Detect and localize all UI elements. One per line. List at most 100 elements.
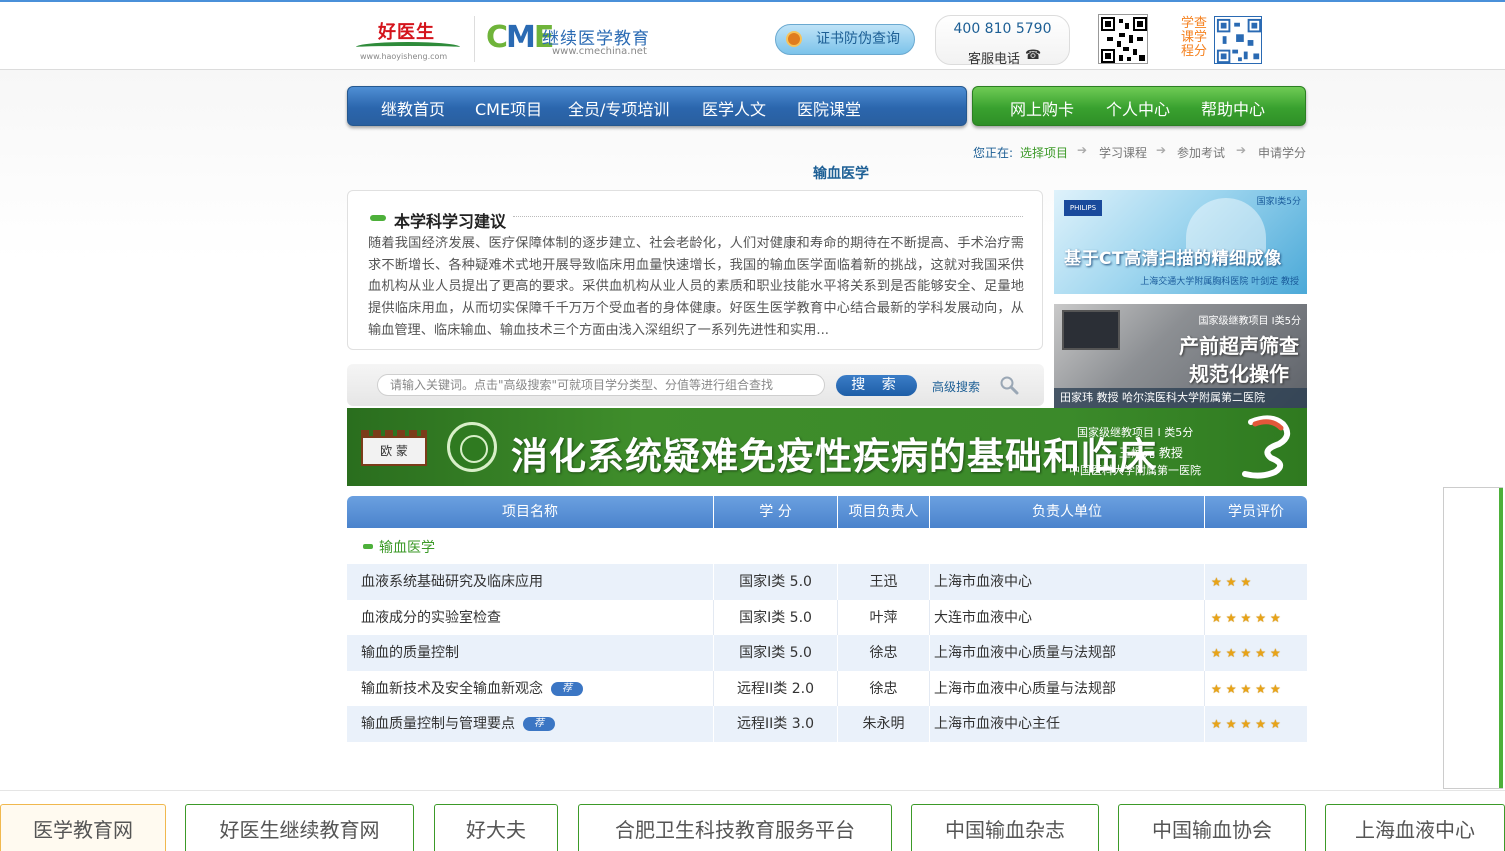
project-table-header: 项目名称 学 分 项目负责人 负责人单位 学员评价 <box>347 496 1307 528</box>
friend-links-bar: 医学教育网 好医生继续教育网 好大夫 合肥卫生科技教育服务平台 中国输血杂志 中… <box>0 790 1505 851</box>
col-project-name: 项目名称 <box>347 496 714 528</box>
nav-cme-projects[interactable]: CME项目 <box>475 96 542 120</box>
footer-link-transfusion-journal[interactable]: 中国输血杂志 <box>911 804 1099 851</box>
project-name-cell: 输血质量控制与管理要点荐 <box>347 706 714 742</box>
arrow-right-icon: ➔ <box>1156 143 1167 157</box>
project-unit: 上海市血液中心质量与法规部 <box>930 635 1205 671</box>
table-row[interactable]: 输血的质量控制 国家I类 5.0 徐忠 上海市血液中心质量与法规部 ★★★★★ <box>347 635 1307 671</box>
ad-title-line2: 规范化操作 <box>1189 362 1289 386</box>
star-icon: ★★★★★ <box>1211 682 1285 696</box>
nav-hospital-class[interactable]: 医院课堂 <box>797 96 861 120</box>
rating-stars: ★★★★★ <box>1205 706 1307 742</box>
project-lead: 叶萍 <box>838 600 930 636</box>
project-lead: 徐忠 <box>838 671 930 707</box>
haoyisheng-logo[interactable]: 好医生 www.haoyisheng.com <box>356 16 464 62</box>
nav-buy-card[interactable]: 网上购卡 <box>1010 96 1074 120</box>
star-icon: ★★★★★ <box>1211 646 1285 660</box>
nav-help-center[interactable]: 帮助中心 <box>1201 96 1265 120</box>
rating-stars: ★★★★★ <box>1205 671 1307 707</box>
table-category-label: 输血医学 <box>379 540 435 556</box>
table-row[interactable]: 血液系统基础研究及临床应用 国家I类 5.0 王迅 上海市血液中心 ★★★ <box>347 564 1307 600</box>
project-name-link[interactable]: 输血质量控制与管理要点 <box>361 716 515 732</box>
footer-link-transfusion-association[interactable]: 中国输血协会 <box>1118 804 1306 851</box>
col-unit: 负责人单位 <box>930 496 1205 528</box>
cme-logo[interactable]: CME 继续医学教育 www.cmechina.net <box>486 18 666 62</box>
banner-institution: 中国医科大学附属第一医院 <box>1069 464 1201 477</box>
study-advice-text: 随着我国经济发展、医疗保障体制的逐步建立、社会老龄化，人们对健康和寿命的期待在不… <box>368 236 1024 338</box>
footer-link-haoyisheng[interactable]: 好医生继续教育网 <box>185 804 414 851</box>
footer-link-shanghai-blood-center[interactable]: 上海血液中心 <box>1325 804 1505 851</box>
nav-personal-center[interactable]: 个人中心 <box>1106 96 1170 120</box>
banner-title: 消化系统疑难免疫性疾病的基础和临床 <box>511 435 1157 478</box>
medal-icon <box>786 31 802 47</box>
course-banner-prenatal-ultrasound[interactable]: 国家级继教项目 I类5分 产前超声筛查 规范化操作 田家玮 教授 哈尔滨医科大学… <box>1054 304 1307 408</box>
project-name-link[interactable]: 输血的质量控制 <box>347 635 714 671</box>
certificate-verify-button[interactable]: 证书防伪查询 <box>775 24 915 55</box>
project-name-link[interactable]: 血液成分的实验室检查 <box>347 600 714 636</box>
certificate-verify-label: 证书防伪查询 <box>816 31 900 47</box>
project-lead: 王迅 <box>838 564 930 600</box>
main-nav: 继教首页 CME项目 全员/专项培训 医学人文 医院课堂 <box>347 86 967 126</box>
table-row[interactable]: 输血质量控制与管理要点荐 远程II类 3.0 朱永明 上海市血液中心主任 ★★★… <box>347 706 1307 742</box>
qr-study-label: 学查 课学 程分 <box>1180 16 1207 59</box>
cme-url: www.cmechina.net <box>552 46 647 57</box>
ad-lecturer: 上海交通大学附属胸科医院 叶剑定 教授 <box>1140 277 1299 287</box>
ultrasound-screen-icon <box>1062 310 1120 350</box>
project-credit: 国家I类 5.0 <box>714 635 838 671</box>
arrow-right-icon: ➔ <box>1236 143 1247 157</box>
haoyisheng-url: www.haoyisheng.com <box>360 52 448 61</box>
nav-home[interactable]: 继教首页 <box>381 96 445 120</box>
ad-title-line1: 产前超声筛查 <box>1179 334 1299 358</box>
project-credit: 远程II类 3.0 <box>714 706 838 742</box>
ad-lecturer: 田家玮 教授 哈尔滨医科大学附属第二医院 <box>1054 388 1307 408</box>
breadcrumb-step-exam: 参加考试 <box>1177 146 1226 160</box>
bullet-icon <box>370 215 386 221</box>
advanced-search-link[interactable]: 高级搜索 <box>932 378 980 395</box>
col-credit: 学 分 <box>714 496 838 528</box>
search-button[interactable]: 搜 索 <box>836 375 917 396</box>
project-name-cell: 输血新技术及安全输血新观念荐 <box>347 671 714 707</box>
project-lead: 徐忠 <box>838 635 930 671</box>
project-unit: 上海市血液中心 <box>930 564 1205 600</box>
project-name-link[interactable]: 输血新技术及安全输血新观念 <box>361 681 543 697</box>
user-nav: 网上购卡 个人中心 帮助中心 <box>972 86 1306 126</box>
logo-divider <box>474 16 475 62</box>
table-row[interactable]: 输血新技术及安全输血新观念荐 远程II类 2.0 徐忠 上海市血液中心质量与法规… <box>347 671 1307 707</box>
recommend-badge-icon: 荐 <box>523 717 555 731</box>
search-icon[interactable] <box>999 375 1019 395</box>
course-banner-ct-imaging[interactable]: PHILIPS 国家I类5分 基于CT高清扫描的精细成像 上海交通大学附属胸科医… <box>1054 190 1307 294</box>
bullet-icon <box>363 544 373 549</box>
breadcrumb-step-select[interactable]: 选择项目 <box>1020 144 1068 161</box>
site-header: 好医生 www.haoyisheng.com CME 继续医学教育 www.cm… <box>0 2 1505 70</box>
rating-stars: ★★★★★ <box>1205 600 1307 636</box>
banner-credit: 国家级继教项目 I 类5分 <box>1077 426 1194 439</box>
rating-stars: ★★★ <box>1205 564 1307 600</box>
logo-swoosh-icon <box>356 42 460 52</box>
footer-link-hefei[interactable]: 合肥卫生科技教育服务平台 <box>578 804 892 851</box>
footer-link-med66[interactable]: 医学教育网 <box>0 804 166 851</box>
course-banner-digestive-immunology[interactable]: 欧 蒙 消化系统疑难免疫性疾病的基础和临床 国家级继教项目 I 类5分 王炳元 … <box>347 408 1307 486</box>
euroimmun-logo: 欧 蒙 <box>361 430 427 466</box>
project-name-link[interactable]: 血液系统基础研究及临床应用 <box>347 564 714 600</box>
col-rating: 学员评价 <box>1228 504 1284 520</box>
nav-humanities[interactable]: 医学人文 <box>702 96 766 120</box>
intestine-icon <box>1242 415 1291 479</box>
project-unit: 上海市血液中心主任 <box>930 706 1205 742</box>
project-lead: 朱永明 <box>838 706 930 742</box>
col-lead: 项目负责人 <box>838 496 930 528</box>
study-advice-panel: 本学科学习建议 随着我国经济发展、医疗保障体制的逐步建立、社会老龄化，人们对健康… <box>347 190 1043 350</box>
nav-training[interactable]: 全员/专项培训 <box>568 96 669 120</box>
search-input[interactable] <box>377 374 825 396</box>
ad-title: 基于CT高清扫描的精细成像 <box>1064 249 1282 269</box>
phone-label: 客服电话 <box>968 52 1021 67</box>
study-advice-heading: 本学科学习建议 <box>394 212 507 231</box>
table-row[interactable]: 血液成分的实验室检查 国家I类 5.0 叶萍 大连市血液中心 ★★★★★ <box>347 600 1307 636</box>
star-icon: ★★★★★ <box>1211 717 1285 731</box>
rating-stars: ★★★★★ <box>1205 635 1307 671</box>
floating-side-widget[interactable] <box>1443 487 1503 789</box>
ad-credit-badge: 国家I类5分 <box>1256 197 1301 207</box>
divider <box>513 216 1023 217</box>
arrow-right-icon: ➔ <box>1077 143 1088 157</box>
star-icon: ★★★★★ <box>1211 611 1285 625</box>
footer-link-haodf[interactable]: 好大夫 <box>434 804 558 851</box>
